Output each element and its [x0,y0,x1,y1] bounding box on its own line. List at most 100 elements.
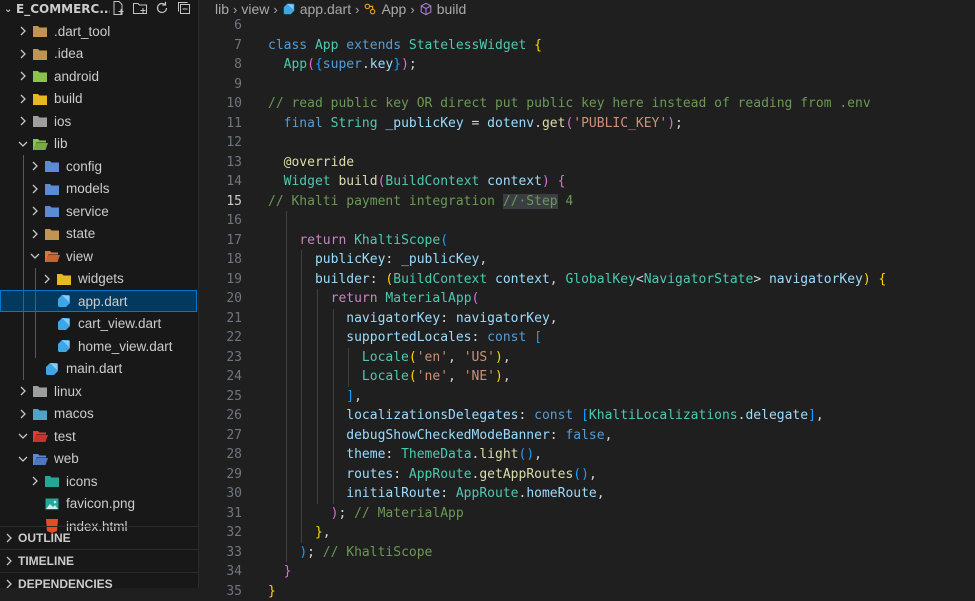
code-line[interactable]: 12 [199,133,975,153]
code-token: Widget [284,174,339,189]
file-item[interactable]: cart_view.dart [0,313,197,335]
chevron-right-icon[interactable] [2,577,16,588]
file-item[interactable]: main.dart [0,358,197,380]
code-text: ); // MaterialApp [268,506,464,521]
code-line[interactable]: 22 supportedLocales: const [ [199,328,975,348]
chevron-down-icon[interactable] [16,137,30,151]
folder-item[interactable]: models [0,178,197,200]
collapse-all-icon[interactable] [176,0,192,19]
chevron-right-icon[interactable] [16,92,30,106]
code-line[interactable]: 17 return KhaltiScope( [199,231,975,251]
code-line[interactable]: 32 }, [199,523,975,543]
project-name[interactable]: E_COMMERC... [16,2,110,16]
code-line[interactable]: 33 ); // KhaltiScope [199,543,975,563]
code-line[interactable]: 7class App extends StatelessWidget { [199,36,975,56]
code-line[interactable]: 35} [199,582,975,601]
folder-item[interactable]: lib [0,133,197,155]
new-folder-icon[interactable] [132,0,148,19]
code-line[interactable]: 16 [199,211,975,231]
chevron-right-icon[interactable] [16,24,30,38]
code-line[interactable]: 10// read public key OR direct put publi… [199,94,975,114]
folder-item[interactable]: linux [0,380,197,402]
code-token [268,408,346,423]
code-editor[interactable]: 67class App extends StatelessWidget {8 A… [199,18,975,588]
folder-item[interactable]: widgets [0,268,197,290]
code-line[interactable]: 20 return MaterialApp( [199,289,975,309]
folder-item[interactable]: icons [0,470,197,492]
breadcrumb-lib[interactable]: lib [215,1,229,17]
chevron-right-icon[interactable] [2,531,16,545]
folder-item[interactable]: service [0,200,197,222]
chevron-right-icon[interactable] [16,407,30,421]
chevron-right-icon[interactable] [28,227,42,241]
explorer-header[interactable]: ⌄ E_COMMERC... [0,0,198,18]
breadcrumb-method[interactable]: build [437,1,467,17]
chevron-down-icon[interactable] [28,249,42,263]
code-line[interactable]: 8 App({super.key}); [199,55,975,75]
code-token: extends [346,38,409,53]
code-line[interactable]: 21 navigatorKey: navigatorKey, [199,309,975,329]
chevron-right-icon[interactable] [28,474,42,488]
chevron-down-icon[interactable] [16,452,30,466]
code-line[interactable]: 30 initialRoute: AppRoute.homeRoute, [199,484,975,504]
folder-item[interactable]: config [0,155,197,177]
code-line[interactable]: 26 localizationsDelegates: const [Khalti… [199,406,975,426]
breadcrumb-view[interactable]: view [241,1,269,17]
code-line[interactable]: 24 Locale('ne', 'NE'), [199,367,975,387]
code-line[interactable]: 18 publicKey: _publicKey, [199,250,975,270]
breadcrumb-class[interactable]: App [381,1,406,17]
chevron-right-icon[interactable] [16,384,30,398]
timeline-panel-header[interactable]: TIMELINE [0,549,198,572]
code-line[interactable]: 13 @override [199,153,975,173]
code-line[interactable]: 28 theme: ThemeData.light(), [199,445,975,465]
chevron-down-icon[interactable]: ⌄ [4,4,16,15]
chevron-right-icon[interactable] [28,159,42,173]
folder-item[interactable]: macos [0,403,197,425]
code-token: : [550,428,566,443]
code-line[interactable]: 34 } [199,562,975,582]
line-number: 11 [199,116,242,131]
refresh-icon[interactable] [154,0,170,19]
chevron-right-icon[interactable] [16,69,30,83]
folder-item[interactable]: test [0,425,197,447]
code-line[interactable]: 6 [199,16,975,36]
code-line[interactable]: 25 ], [199,387,975,407]
folder-item[interactable]: view [0,245,197,267]
chevron-right-icon[interactable] [28,182,42,196]
code-token: ) [863,272,879,287]
chevron-right-icon[interactable] [16,47,30,61]
code-line[interactable]: 23 Locale('en', 'US'), [199,348,975,368]
outline-panel-header[interactable]: OUTLINE [0,526,198,549]
folder-item[interactable]: android [0,65,197,87]
new-file-icon[interactable] [110,0,126,19]
code-line[interactable]: 9 [199,75,975,95]
file-item[interactable]: favicon.png [0,493,197,515]
code-line[interactable]: 14 Widget build(BuildContext context) { [199,172,975,192]
chevron-right-icon[interactable] [40,272,54,286]
folder-item[interactable]: build [0,88,197,110]
dependencies-panel-header[interactable]: DEPENDENCIES [0,572,198,588]
code-line[interactable]: 15// Khalti payment integration //·Step … [199,192,975,212]
file-item[interactable]: app.dart [0,290,197,312]
code-token: < [636,272,644,287]
folder-item[interactable]: ios [0,110,197,132]
code-line[interactable]: 11 final String _publicKey = dotenv.get(… [199,114,975,134]
code-line[interactable]: 29 routes: AppRoute.getAppRoutes(), [199,465,975,485]
line-number: 15 [199,194,242,209]
folder-item[interactable]: .idea [0,43,197,65]
breadcrumb-file[interactable]: app.dart [300,1,351,17]
folder-item[interactable]: state [0,223,197,245]
chevron-right-icon[interactable] [28,204,42,218]
code-line[interactable]: 27 debugShowCheckedModeBanner: false, [199,426,975,446]
line-number: 32 [199,525,242,540]
chevron-down-icon[interactable] [16,429,30,443]
code-line[interactable]: 31 ); // MaterialApp [199,504,975,524]
folder-item[interactable]: web [0,448,197,470]
chevron-right-icon[interactable] [2,554,16,568]
chevron-right-icon[interactable] [16,114,30,128]
file-item[interactable]: home_view.dart [0,335,197,357]
code-token: ) [667,116,675,131]
code-token: ] [346,389,354,404]
code-line[interactable]: 19 builder: (BuildContext context, Globa… [199,270,975,290]
folder-item[interactable]: .dart_tool [0,20,197,42]
